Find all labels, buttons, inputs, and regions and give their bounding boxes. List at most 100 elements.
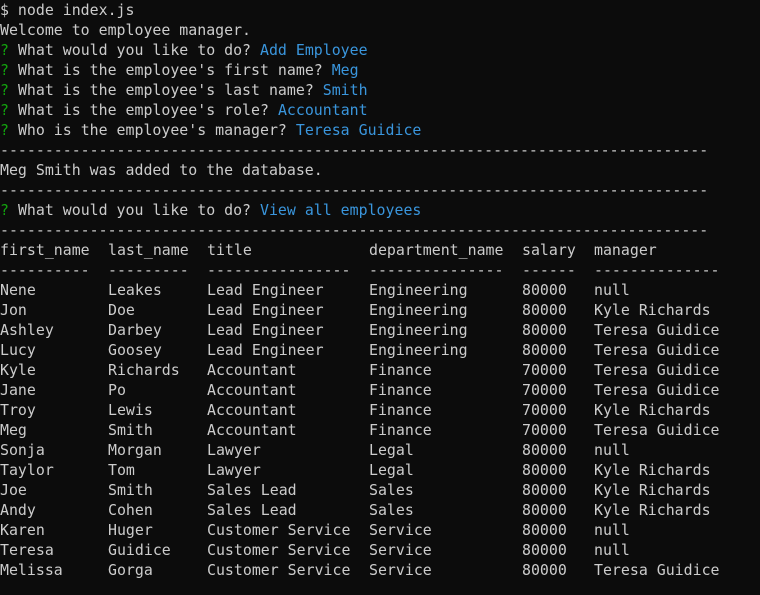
separator-line: ----------------------------------------… bbox=[0, 221, 709, 239]
table-row-cell: Jon bbox=[0, 301, 27, 319]
table-row: Teresa Guidice Customer Service Service 8000… bbox=[0, 540, 760, 560]
prompt-question: What would you like to do? bbox=[17, 201, 252, 219]
added-message: Meg Smith was added to the database. bbox=[0, 161, 323, 179]
table-row-cell: Nene bbox=[0, 281, 36, 299]
table-header-cell: title bbox=[207, 241, 252, 259]
table-row-cell: 80000 bbox=[522, 561, 567, 579]
table-row: Jon Doe Lead Engineer Engineering 80000 Kyle … bbox=[0, 300, 760, 320]
table-row-cell: Lucy bbox=[0, 341, 36, 359]
table-header-cell: first_name bbox=[0, 241, 90, 259]
table-row-cell: Kyle Richards bbox=[594, 301, 711, 319]
table-header-cell: manager bbox=[594, 241, 657, 259]
table-row-cell: Kyle Richards bbox=[594, 461, 711, 479]
table-row-cell: 70000 bbox=[522, 421, 567, 439]
table-row-cell: Customer Service bbox=[207, 541, 351, 559]
separator-line: ----------------------------------------… bbox=[0, 181, 709, 199]
table-row-cell: Leakes bbox=[108, 281, 162, 299]
table-row: Jane Po Accountant Finance 70000 Teresa Guidi… bbox=[0, 380, 760, 400]
prompt-line: ? What would you like to do? View all em… bbox=[0, 200, 421, 220]
table-header-cell: salary bbox=[522, 241, 576, 259]
table-row-cell: Sales bbox=[369, 501, 414, 519]
prompt-question: Who is the employee's manager? bbox=[17, 121, 287, 139]
table-row-cell: Kyle bbox=[0, 361, 36, 379]
prompt-question: What is the employee's last name? bbox=[17, 81, 314, 99]
table-header-underline: ---------- --------- ---------------- -----… bbox=[0, 260, 760, 280]
terminal-window[interactable]: $ node index.js Welcome to employee mana… bbox=[0, 0, 760, 595]
table-row-cell: Smith bbox=[108, 421, 153, 439]
table-row: Lucy Goosey Lead Engineer Engineering 80000 T… bbox=[0, 340, 760, 360]
table-row-cell: Lead Engineer bbox=[207, 341, 324, 359]
prompt-answer: View all employees bbox=[260, 201, 422, 219]
table-row-cell: Engineering bbox=[369, 281, 468, 299]
table-header-underline-cell: ---------- bbox=[0, 261, 90, 279]
table-row-cell: Engineering bbox=[369, 321, 468, 339]
table-row-cell: 70000 bbox=[522, 381, 567, 399]
table-row-cell: Doe bbox=[108, 301, 135, 319]
table-row-cell: Ashley bbox=[0, 321, 54, 339]
table-row-cell: Melissa bbox=[0, 561, 63, 579]
table-row-cell: Richards bbox=[108, 361, 180, 379]
table-row-cell: Teresa Guidice bbox=[594, 381, 720, 399]
table-row-cell: Lead Engineer bbox=[207, 281, 324, 299]
table-row-cell: Lead Engineer bbox=[207, 301, 324, 319]
table-header-underline-cell: ------ bbox=[522, 261, 576, 279]
table-row: Andy Cohen Sales Lead Sales 80000 Kyle Richar… bbox=[0, 500, 760, 520]
table-row-cell: Kyle Richards bbox=[594, 501, 711, 519]
prompt-line: ? What is the employee's first name? Meg bbox=[0, 60, 359, 80]
prompt-answer: Smith bbox=[322, 81, 368, 99]
table-row-cell: Customer Service bbox=[207, 521, 351, 539]
table-row-cell: Accountant bbox=[207, 361, 297, 379]
separator-line: ----------------------------------------… bbox=[0, 141, 709, 159]
table-row-cell: Teresa Guidice bbox=[594, 561, 720, 579]
table-row-cell: Finance bbox=[369, 361, 432, 379]
table-row-cell: Finance bbox=[369, 401, 432, 419]
table-header-underline-cell: --------------- bbox=[369, 261, 504, 279]
table-row-cell: Kyle Richards bbox=[594, 401, 711, 419]
table-row: Troy Lewis Accountant Finance 70000 Kyle Rich… bbox=[0, 400, 760, 420]
table-row-cell: null bbox=[594, 441, 630, 459]
table-row-cell: 80000 bbox=[522, 461, 567, 479]
table-row-cell: Tom bbox=[108, 461, 135, 479]
table-row: Kyle Richards Accountant Finance 70000 Teresa… bbox=[0, 360, 760, 380]
table-row-cell: Sales bbox=[369, 481, 414, 499]
table-row-cell: Engineering bbox=[369, 341, 468, 359]
prompt-line: ? What is the employee's last name? Smit… bbox=[0, 80, 368, 100]
table-row-cell: Joe bbox=[0, 481, 27, 499]
prompt-answer: Meg bbox=[331, 61, 359, 79]
table-row-cell: Service bbox=[369, 561, 432, 579]
prompt-line: ? What is the employee's role? Accountan… bbox=[0, 100, 368, 120]
table-row-cell: Finance bbox=[369, 381, 432, 399]
table-row-cell: Huger bbox=[108, 521, 153, 539]
table-row-cell: Gorga bbox=[108, 561, 153, 579]
table-row-cell: Troy bbox=[0, 401, 36, 419]
prompt-marker: ? bbox=[0, 41, 9, 59]
prompt-line: ? What would you like to do? Add Employe… bbox=[0, 40, 368, 60]
table-row-cell: 80000 bbox=[522, 541, 567, 559]
table-row-cell: 80000 bbox=[522, 341, 567, 359]
prompt-answer: Accountant bbox=[277, 101, 368, 119]
table-row-cell: Service bbox=[369, 521, 432, 539]
table-row-cell: Cohen bbox=[108, 501, 153, 519]
prompt-question: What is the employee's first name? bbox=[17, 61, 323, 79]
table-header-underline-cell: --------- bbox=[108, 261, 189, 279]
table-row: Ashley Darbey Lead Engineer Engineering 8000… bbox=[0, 320, 760, 340]
table-row-cell: Sales Lead bbox=[207, 481, 297, 499]
table-row-cell: Customer Service bbox=[207, 561, 351, 579]
table-header-underline-cell: ---------------- bbox=[207, 261, 351, 279]
table-row-cell: Accountant bbox=[207, 381, 297, 399]
table-row-cell: Lewis bbox=[108, 401, 153, 419]
table-row-cell: Lawyer bbox=[207, 441, 261, 459]
prompt-answer: Teresa Guidice bbox=[295, 121, 422, 139]
table-row-cell: Taylor bbox=[0, 461, 54, 479]
prompt-line: ? Who is the employee's manager? Teresa … bbox=[0, 120, 421, 140]
table-row-cell: Legal bbox=[369, 461, 414, 479]
table-row-cell: 80000 bbox=[522, 521, 567, 539]
table-row-cell: Accountant bbox=[207, 401, 297, 419]
table-row: Sonja Morgan Lawyer Legal 80000 null bbox=[0, 440, 760, 460]
table-row-cell: Teresa Guidice bbox=[594, 341, 720, 359]
table-row-cell: 80000 bbox=[522, 301, 567, 319]
table-row-cell: 70000 bbox=[522, 361, 567, 379]
table-row-cell: null bbox=[594, 541, 630, 559]
table-row-cell: Accountant bbox=[207, 421, 297, 439]
prompt-marker: ? bbox=[0, 81, 9, 99]
